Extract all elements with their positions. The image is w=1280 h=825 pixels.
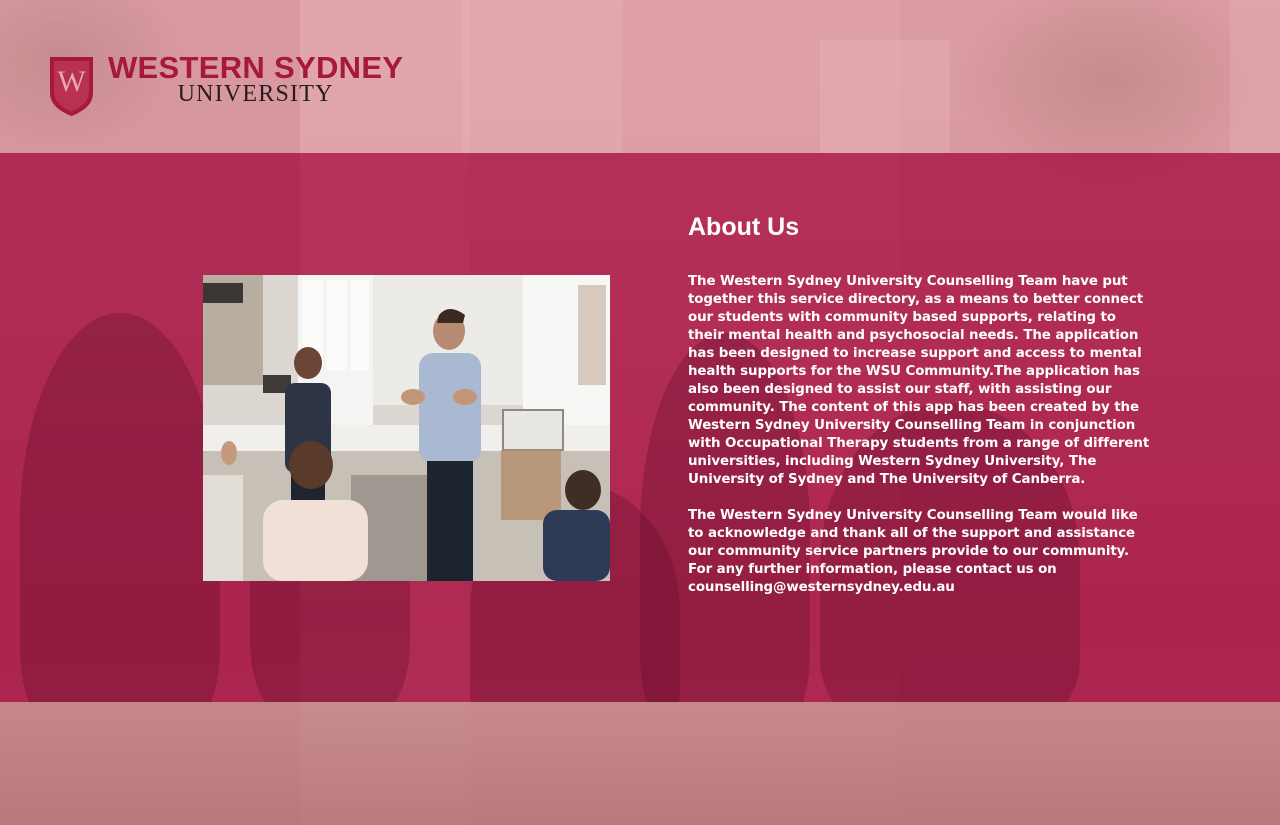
shield-letter: W	[57, 65, 86, 98]
logo-line-1: WESTERN SYDNEY	[108, 50, 404, 85]
about-paragraph-1: The Western Sydney University Counsellin…	[688, 274, 1150, 487]
wsu-logo[interactable]: W WESTERN SYDNEY UNIVERSITY	[48, 52, 403, 117]
about-title: About Us	[688, 213, 800, 241]
footer-strip	[0, 702, 1280, 825]
logo-wordmark: WESTERN SYDNEY UNIVERSITY	[108, 50, 404, 107]
about-paragraph-2: The Western Sydney University Counsellin…	[688, 508, 1138, 595]
logo-line-2: UNIVERSITY	[177, 81, 334, 107]
about-content: About Us The Western Sydney University C…	[688, 211, 1150, 597]
about-section: About Us The Western Sydney University C…	[0, 153, 1280, 702]
site-header: W WESTERN SYDNEY UNIVERSITY	[0, 0, 1280, 153]
shield-icon: W	[50, 57, 93, 116]
team-meeting-photo	[203, 275, 610, 581]
